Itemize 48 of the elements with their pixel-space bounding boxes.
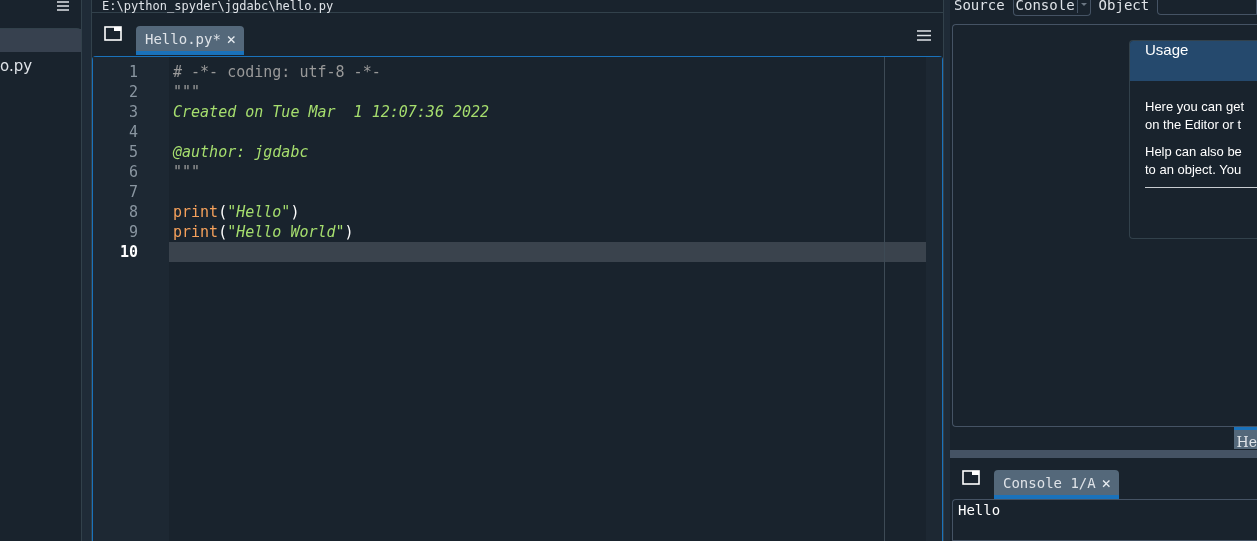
line-number: 8 (127, 202, 139, 222)
line-number: 1 (127, 62, 139, 82)
console-output: Hello (957, 502, 1001, 518)
tab-label[interactable]: Console 1/A (1003, 474, 1096, 491)
pane-splitter[interactable] (943, 0, 950, 541)
usage-title: Usage (1130, 41, 1257, 81)
line-number: 9 (127, 222, 139, 242)
browse-tabs-icon[interactable] (104, 26, 122, 41)
code-token: "Hello" (227, 203, 291, 221)
object-field[interactable] (1157, 0, 1257, 15)
line-number: 5 (127, 142, 139, 162)
code-token: print (173, 223, 219, 241)
code-token: """ (173, 163, 201, 181)
help-text: on the Editor or t (1145, 116, 1243, 134)
code-token: ) (290, 203, 300, 221)
help-text: Help can also be (1145, 143, 1243, 161)
pane-splitter[interactable] (82, 0, 92, 541)
close-icon[interactable]: ✕ (1101, 473, 1111, 492)
code-token: Created on Tue Mar 1 12:07:36 2022 (173, 103, 490, 121)
code-token: ( (218, 223, 228, 241)
line-number: 2 (127, 82, 139, 102)
file-item[interactable]: o.py (0, 56, 81, 79)
line-number: 3 (127, 102, 139, 122)
code-token: ( (218, 203, 228, 221)
menu-icon[interactable] (57, 1, 69, 11)
source-dropdown[interactable]: Console (1012, 0, 1091, 16)
menu-icon[interactable] (917, 30, 931, 41)
help-tab[interactable]: He (1233, 427, 1257, 449)
tab-label[interactable]: Hello.py* (145, 30, 221, 47)
code-token: """ (173, 83, 201, 101)
code-token: # -*- coding: utf-8 -*- (173, 63, 381, 81)
code-token: @author: jgdabc (173, 143, 309, 161)
scrollbar-track[interactable] (926, 57, 942, 541)
code-token: ) (344, 223, 354, 241)
dropdown-icon[interactable] (1076, 0, 1090, 13)
line-number: 10 (118, 242, 139, 262)
line-number: 6 (127, 162, 139, 182)
editor-tab[interactable]: Hello.py* ✕ (136, 26, 244, 55)
line-number: 7 (127, 182, 139, 202)
help-text: to an object. You (1145, 161, 1243, 179)
console-tab[interactable]: Console 1/A ✕ (994, 470, 1119, 499)
browse-tabs-icon[interactable] (962, 470, 980, 485)
help-text: Here you can get (1145, 98, 1245, 116)
code-token: "Hello World" (227, 223, 345, 241)
code-token: print (173, 203, 219, 221)
close-icon[interactable]: ✕ (226, 29, 236, 48)
file-path: E:\python_spyder\jgdabc\hello.py (92, 0, 943, 13)
line-number: 4 (127, 122, 139, 142)
